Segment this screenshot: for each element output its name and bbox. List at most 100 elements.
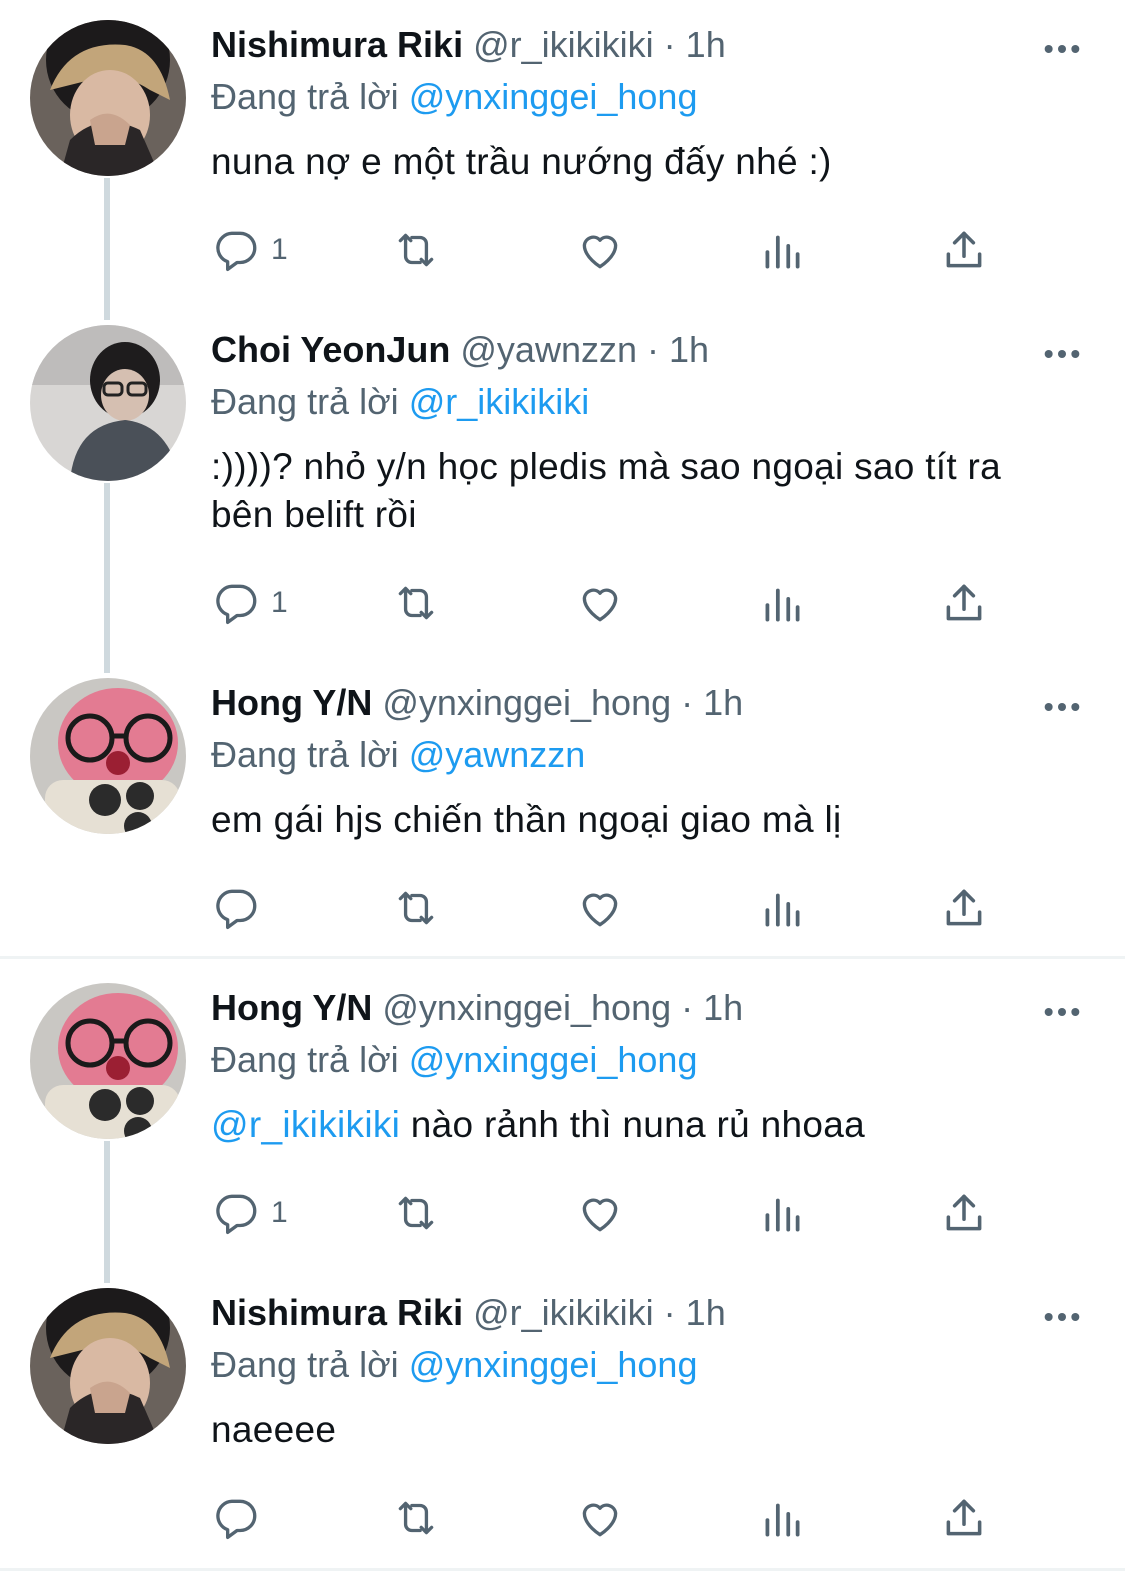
tweet-text: :))))? nhỏ y/n học pledis mà sao ngoại s… bbox=[211, 446, 1002, 535]
tweet[interactable]: Hong Y/N @ynxinggei_hong · 1h Đang trả l… bbox=[0, 963, 1125, 1283]
views-icon bbox=[757, 883, 807, 933]
reply-icon bbox=[211, 578, 261, 628]
user-handle[interactable]: @r_ikikikiki bbox=[473, 1292, 654, 1333]
reply-prefix: Đang trả lời bbox=[211, 1039, 399, 1080]
tweet[interactable]: Nishimura Riki @r_ikikikiki · 1h Đang tr… bbox=[0, 1268, 1125, 1568]
thread-line bbox=[104, 483, 110, 673]
display-name[interactable]: Nishimura Riki bbox=[211, 1292, 463, 1333]
views-button[interactable] bbox=[757, 220, 807, 280]
tweet-text-rest: nào rảnh thì nuna rủ nhoaa bbox=[400, 1104, 865, 1145]
like-button[interactable] bbox=[575, 220, 625, 280]
thread-line bbox=[104, 1141, 110, 1283]
reply-mention-link[interactable]: @ynxinggei_hong bbox=[409, 1344, 698, 1385]
more-options-icon[interactable] bbox=[1039, 987, 1085, 1037]
user-handle[interactable]: @ynxinggei_hong bbox=[382, 987, 671, 1028]
views-button[interactable] bbox=[757, 878, 807, 938]
like-icon bbox=[575, 1188, 625, 1238]
tweet[interactable]: Hong Y/N @ynxinggei_hong · 1h Đang trả l… bbox=[0, 658, 1125, 956]
like-icon bbox=[575, 1493, 625, 1543]
tweet-header: Nishimura Riki @r_ikikikiki · 1h bbox=[211, 24, 1085, 74]
share-icon bbox=[939, 1188, 989, 1238]
tweet[interactable]: Choi YeonJun @yawnzzn · 1h Đang trả lời … bbox=[0, 305, 1125, 673]
timestamp[interactable]: 1h bbox=[703, 682, 743, 723]
share-button[interactable] bbox=[939, 878, 989, 938]
avatar[interactable] bbox=[30, 325, 186, 481]
share-button[interactable] bbox=[939, 573, 989, 633]
tweet-header: Choi YeonJun @yawnzzn · 1h bbox=[211, 329, 1085, 379]
retweet-icon bbox=[391, 1188, 441, 1238]
reply-icon bbox=[211, 1188, 261, 1238]
retweet-button[interactable] bbox=[391, 220, 441, 280]
reply-context: Đang trả lời @r_ikikikiki bbox=[211, 381, 589, 423]
retweet-icon bbox=[391, 1493, 441, 1543]
reply-mention-link[interactable]: @ynxinggei_hong bbox=[409, 76, 698, 117]
views-icon bbox=[757, 578, 807, 628]
reply-context: Đang trả lời @ynxinggei_hong bbox=[211, 76, 697, 118]
timestamp[interactable]: 1h bbox=[686, 24, 726, 65]
user-handle[interactable]: @yawnzzn bbox=[460, 329, 637, 370]
avatar[interactable] bbox=[30, 983, 186, 1139]
like-icon bbox=[575, 883, 625, 933]
avatar[interactable] bbox=[30, 678, 186, 834]
views-button[interactable] bbox=[757, 1488, 807, 1548]
like-button[interactable] bbox=[575, 573, 625, 633]
timestamp[interactable]: 1h bbox=[669, 329, 709, 370]
tweet-header: Hong Y/N @ynxinggei_hong · 1h bbox=[211, 682, 1085, 732]
separator-dot: · bbox=[681, 682, 694, 723]
action-bar: 1 bbox=[211, 1183, 1011, 1243]
share-icon bbox=[939, 578, 989, 628]
share-icon bbox=[939, 225, 989, 275]
more-options-icon[interactable] bbox=[1039, 24, 1085, 74]
tweet-text: em gái hjs chiến thần ngoại giao mà lị bbox=[211, 799, 842, 840]
reply-button[interactable]: 1 bbox=[211, 220, 288, 280]
reply-mention-link[interactable]: @yawnzzn bbox=[409, 734, 586, 775]
display-name[interactable]: Choi YeonJun bbox=[211, 329, 450, 370]
reply-prefix: Đang trả lời bbox=[211, 1344, 399, 1385]
user-handle[interactable]: @ynxinggei_hong bbox=[382, 682, 671, 723]
divider bbox=[0, 956, 1125, 959]
retweet-button[interactable] bbox=[391, 1488, 441, 1548]
reply-button[interactable] bbox=[211, 1488, 261, 1548]
share-icon bbox=[939, 1493, 989, 1543]
tweet[interactable]: Nishimura Riki @r_ikikikiki · 1h Đang tr… bbox=[0, 0, 1125, 320]
retweet-button[interactable] bbox=[391, 878, 441, 938]
user-handle[interactable]: @r_ikikikiki bbox=[473, 24, 654, 65]
reply-count: 1 bbox=[271, 233, 288, 266]
like-button[interactable] bbox=[575, 1183, 625, 1243]
display-name[interactable]: Hong Y/N bbox=[211, 987, 372, 1028]
views-button[interactable] bbox=[757, 1183, 807, 1243]
share-button[interactable] bbox=[939, 220, 989, 280]
reply-button[interactable] bbox=[211, 878, 261, 938]
timestamp[interactable]: 1h bbox=[703, 987, 743, 1028]
reply-icon bbox=[211, 225, 261, 275]
retweet-button[interactable] bbox=[391, 573, 441, 633]
display-name[interactable]: Nishimura Riki bbox=[211, 24, 463, 65]
reply-context: Đang trả lời @yawnzzn bbox=[211, 734, 585, 776]
retweet-button[interactable] bbox=[391, 1183, 441, 1243]
like-button[interactable] bbox=[575, 1488, 625, 1548]
reply-prefix: Đang trả lời bbox=[211, 76, 399, 117]
reply-icon bbox=[211, 883, 261, 933]
timestamp[interactable]: 1h bbox=[686, 1292, 726, 1333]
retweet-icon bbox=[391, 578, 441, 628]
more-options-icon[interactable] bbox=[1039, 682, 1085, 732]
more-options-icon[interactable] bbox=[1039, 329, 1085, 379]
avatar[interactable] bbox=[30, 20, 186, 176]
divider bbox=[0, 1568, 1125, 1571]
like-icon bbox=[575, 578, 625, 628]
like-button[interactable] bbox=[575, 878, 625, 938]
reply-mention-link[interactable]: @ynxinggei_hong bbox=[409, 1039, 698, 1080]
avatar[interactable] bbox=[30, 1288, 186, 1444]
reply-button[interactable]: 1 bbox=[211, 1183, 288, 1243]
action-bar bbox=[211, 1488, 1011, 1548]
display-name[interactable]: Hong Y/N bbox=[211, 682, 372, 723]
text-mention-link[interactable]: @r_ikikikiki bbox=[211, 1104, 400, 1145]
tweet-text: nuna nợ e một trầu nướng đấy nhé :) bbox=[211, 141, 832, 182]
tweet-header: Nishimura Riki @r_ikikikiki · 1h bbox=[211, 1292, 1085, 1342]
reply-mention-link[interactable]: @r_ikikikiki bbox=[409, 381, 590, 422]
more-options-icon[interactable] bbox=[1039, 1292, 1085, 1342]
share-button[interactable] bbox=[939, 1488, 989, 1548]
views-button[interactable] bbox=[757, 573, 807, 633]
reply-button[interactable]: 1 bbox=[211, 573, 288, 633]
share-button[interactable] bbox=[939, 1183, 989, 1243]
